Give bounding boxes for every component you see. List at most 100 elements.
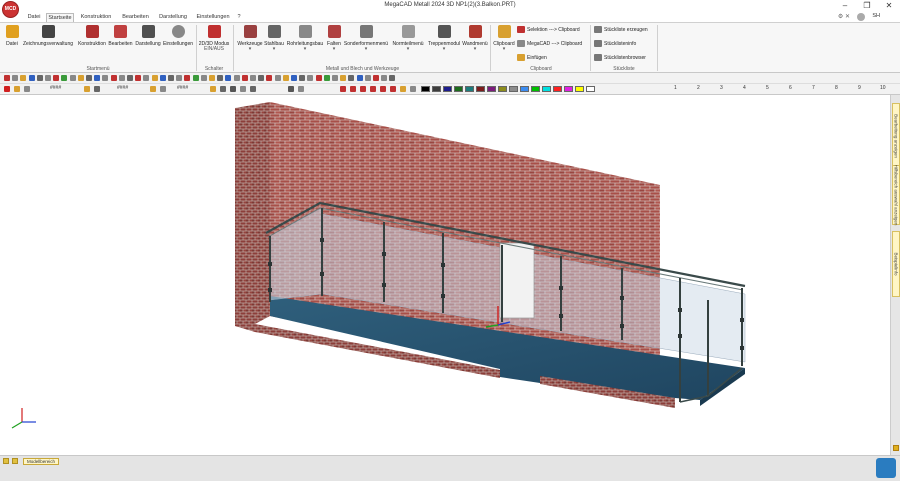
layer-number[interactable]: 7 <box>812 85 815 91</box>
toolbar-tool-icon[interactable] <box>241 75 248 81</box>
property-tool-icon[interactable] <box>400 86 406 92</box>
datei-button[interactable]: Datei <box>2 25 22 47</box>
toolbar-tool-icon[interactable] <box>159 75 166 81</box>
toolbar-tool-icon[interactable] <box>332 75 338 81</box>
toolbar-tool-icon[interactable] <box>200 75 207 81</box>
toolbar-tool-icon[interactable] <box>28 75 35 81</box>
minimize-button[interactable]: – <box>834 0 856 11</box>
color-swatch[interactable] <box>564 86 573 92</box>
property-tool-icon[interactable] <box>350 86 356 92</box>
toolbar-tool-icon[interactable] <box>282 75 289 81</box>
property-tool-icon[interactable] <box>94 86 100 92</box>
stueckliste-erzeugen-button[interactable]: Stückliste erzeugen <box>594 26 648 35</box>
color-swatch[interactable] <box>542 86 551 92</box>
2d-3d-mode-button[interactable]: 2D/3D Modus EIN/AUS <box>197 25 231 52</box>
werkzeuge-button[interactable]: Werkzeuge ▾ <box>236 25 264 52</box>
settings-icon[interactable]: ⚙ ✕ <box>838 13 850 20</box>
toolbar-tool-icon[interactable] <box>61 75 68 81</box>
color-swatch[interactable] <box>432 86 441 92</box>
layer-number[interactable]: 3 <box>720 85 723 91</box>
property-tool-icon[interactable] <box>84 86 90 92</box>
layer-number[interactable]: 1 <box>674 85 677 91</box>
toolbar-tool-icon[interactable] <box>373 75 379 81</box>
layout-left-icon[interactable] <box>3 458 9 464</box>
side-tab-hilfsbereich[interactable]: Hilfsbereich auswahl anzeigen <box>892 165 900 225</box>
toolbar-tool-icon[interactable] <box>36 75 43 81</box>
toolbar-tool-icon[interactable] <box>225 75 232 81</box>
toolbar-tool-icon[interactable] <box>143 75 150 81</box>
panel-toggle-icon[interactable] <box>893 445 899 451</box>
property-tool-icon[interactable] <box>230 86 236 92</box>
toolbar-tool-icon[interactable] <box>168 75 174 81</box>
layer-number[interactable]: 5 <box>766 85 769 91</box>
model-space-tab[interactable]: Modellbereich <box>23 458 59 465</box>
toolbar-tool-icon[interactable] <box>118 75 125 81</box>
toolbar-tool-icon[interactable] <box>192 75 199 81</box>
color-swatch[interactable] <box>586 86 595 92</box>
layer-number[interactable]: 6 <box>789 85 792 91</box>
property-tool-icon[interactable] <box>24 86 30 92</box>
property-tool-icon[interactable] <box>250 86 256 92</box>
toolbar-tool-icon[interactable] <box>127 75 133 81</box>
property-tool-icon[interactable] <box>410 86 416 92</box>
toolbar-tool-icon[interactable] <box>102 75 109 81</box>
toolbar-tool-icon[interactable] <box>110 75 117 81</box>
property-tool-icon[interactable] <box>380 86 386 92</box>
model-canvas[interactable] <box>0 95 890 455</box>
toolbar-tool-icon[interactable] <box>307 75 314 81</box>
close-button[interactable]: ✕ <box>878 0 900 11</box>
toolbar-tool-icon[interactable] <box>69 75 76 81</box>
color-swatch[interactable] <box>465 86 474 92</box>
color-swatch[interactable] <box>443 86 452 92</box>
property-tool-icon[interactable] <box>240 86 246 92</box>
normteilmenu-button[interactable]: Normteilmenü ▾ <box>389 25 427 52</box>
toolbar-tool-icon[interactable] <box>381 75 388 81</box>
toolbar-tool-icon[interactable] <box>209 75 215 81</box>
zeichnungsverwaltung-button[interactable]: Zeichnungsverwaltung <box>22 25 74 47</box>
property-tool-icon[interactable] <box>390 86 396 92</box>
property-tool-icon[interactable] <box>210 86 216 92</box>
toolbar-tool-icon[interactable] <box>274 75 281 81</box>
app-logo-icon[interactable]: MCD <box>2 1 19 18</box>
property-tool-icon[interactable] <box>220 86 226 92</box>
toolbar-tool-icon[interactable] <box>53 75 60 81</box>
navigation-cube-icon[interactable] <box>876 458 896 478</box>
color-swatch[interactable] <box>498 86 507 92</box>
color-swatch[interactable] <box>531 86 540 92</box>
property-tool-icon[interactable] <box>288 86 294 92</box>
hatch-field-b[interactable]: #### <box>117 85 128 91</box>
maximize-button[interactable]: ❐ <box>856 0 878 11</box>
side-tab-beispielinfo[interactable]: Beispielinfo <box>892 231 900 297</box>
user-avatar-icon[interactable] <box>857 13 865 21</box>
toolbar-tool-icon[interactable] <box>250 75 256 81</box>
toolbar-tool-icon[interactable] <box>233 75 240 81</box>
property-tool-icon[interactable] <box>160 86 166 92</box>
layer-number[interactable]: 9 <box>858 85 861 91</box>
selection-to-clipboard-button[interactable]: Selektion ---> Clipboard <box>517 26 580 35</box>
treppenmodul-button[interactable]: Treppenmodul ▾ <box>427 25 461 52</box>
layout-right-icon[interactable] <box>12 458 18 464</box>
toolbar-tool-icon[interactable] <box>323 75 330 81</box>
toolbar-tool-icon[interactable] <box>266 75 273 81</box>
toolbar-tool-icon[interactable] <box>184 75 191 81</box>
property-tool-icon[interactable] <box>340 86 346 92</box>
einstellungen-button[interactable]: Einstellungen <box>162 25 194 47</box>
toolbar-tool-icon[interactable] <box>291 75 297 81</box>
megacad-to-clipboard-button[interactable]: MegaCAD ---> Clipboard <box>517 40 582 49</box>
tab-darstellung[interactable]: Darstellung <box>155 12 191 22</box>
property-tool-icon[interactable] <box>14 86 20 92</box>
toolbar-tool-icon[interactable] <box>299 75 306 81</box>
toolbar-tool-icon[interactable] <box>45 75 51 81</box>
color-swatch[interactable] <box>509 86 518 92</box>
side-tab-bearbeitung[interactable]: Bearbeitung anzeigen <box>892 103 900 169</box>
property-tool-icon[interactable] <box>360 86 366 92</box>
tab-startseite[interactable]: Startseite <box>46 13 74 22</box>
toolbar-tool-icon[interactable] <box>340 75 347 81</box>
toolbar-tool-icon[interactable] <box>348 75 355 81</box>
property-tool-icon[interactable] <box>150 86 156 92</box>
tab-konstruktion[interactable]: Konstruktion <box>76 12 116 22</box>
color-swatch[interactable] <box>454 86 463 92</box>
stuecklisteninfo-button[interactable]: Stücklisteninfo <box>594 40 636 49</box>
falten-button[interactable]: Falten ▾ <box>325 25 343 52</box>
tab-einstellungen[interactable]: Einstellungen <box>192 12 234 22</box>
